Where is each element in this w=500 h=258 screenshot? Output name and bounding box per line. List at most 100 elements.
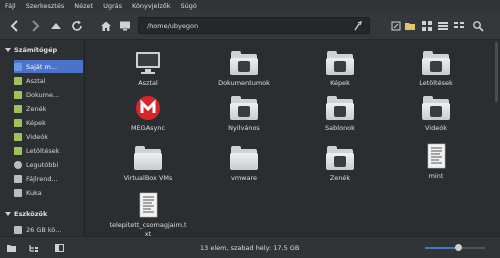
menu-bookmarks[interactable]: Könyvjelzők — [132, 2, 171, 10]
sidebar-computer-header[interactable]: Számítógép — [5, 46, 57, 54]
sidebar-item-videos[interactable]: Videók — [14, 130, 83, 143]
zoom-slider[interactable] — [425, 244, 485, 251]
sidebar-scrollbar[interactable] — [86, 40, 89, 236]
compact-view-icon — [454, 22, 464, 28]
hide-sidebar-button[interactable] — [52, 242, 66, 254]
file-item[interactable]: Asztal — [108, 50, 188, 88]
reload-icon — [72, 20, 82, 31]
pictures-folder-icon — [14, 118, 22, 127]
file-item[interactable]: VirtualBox VMs — [108, 145, 188, 183]
file-item[interactable]: vmware — [204, 145, 284, 183]
tree-icon — [28, 245, 38, 252]
file-item[interactable]: Nyilvános — [204, 95, 284, 133]
reload-button[interactable] — [70, 19, 84, 33]
icon-view-button[interactable] — [420, 19, 434, 33]
home-button[interactable] — [99, 19, 113, 33]
search-button[interactable] — [471, 19, 485, 33]
status-bar: 13 elem, szabad hely: 17,5 GB — [0, 236, 500, 258]
drive-icon — [14, 174, 22, 183]
folder-icon — [405, 23, 415, 30]
file-item[interactable]: Zenék — [300, 145, 380, 183]
toggle-sidebar-button[interactable] — [4, 242, 18, 254]
file-item[interactable]: Sablonok — [300, 95, 380, 133]
back-button[interactable] — [8, 19, 22, 33]
file-item[interactable]: Letöltések — [396, 50, 476, 88]
file-item[interactable]: Videók — [396, 95, 476, 133]
compact-view-button[interactable] — [452, 19, 466, 33]
location-path[interactable]: /home/ubyegon — [147, 22, 198, 30]
sidebar-item-home[interactable]: Saját m... — [14, 60, 83, 73]
menu-help[interactable]: Súgó — [181, 2, 197, 10]
menu-go[interactable]: Ugrás — [103, 2, 122, 10]
text-file-icon — [422, 143, 450, 169]
menu-bar: Fájl Szerkesztés Nézet Ugrás Könyvjelzők… — [0, 0, 500, 11]
chevron-down-icon — [5, 212, 11, 216]
folder-icon — [230, 145, 258, 171]
zoom-slider-knob[interactable] — [454, 244, 462, 251]
pictures-folder-icon — [326, 50, 354, 76]
trash-icon — [14, 188, 22, 197]
public-folder-icon — [230, 95, 258, 121]
sidebar-item-downloads[interactable]: Letöltések — [14, 144, 83, 157]
sidebar-item-music[interactable]: Zenék — [14, 102, 83, 115]
menu-view[interactable]: Nézet — [74, 2, 93, 10]
folder-icon — [134, 145, 162, 171]
file-view[interactable]: Asztal Dokumentumok Képek Letöltések MEG… — [90, 40, 500, 239]
menu-file[interactable]: Fájl — [5, 2, 16, 10]
sidebar-item-trash[interactable]: Kuka — [14, 186, 83, 199]
search-icon — [473, 21, 484, 32]
sidebar-icon — [54, 244, 64, 252]
zoom-slider-fill — [425, 247, 458, 249]
list-view-icon — [438, 22, 448, 30]
grid-view-icon — [422, 21, 432, 31]
home-folder-icon — [14, 62, 22, 71]
templates-folder-icon — [326, 95, 354, 121]
tree-view-button[interactable] — [26, 242, 40, 254]
videos-folder-icon — [422, 95, 450, 121]
sidebar: Számítógép Saját m... Asztal Dokume... Z… — [0, 40, 85, 236]
toolbar: /home/ubyegon — [0, 11, 500, 40]
sidebar-item-volume[interactable]: 26 GB kö... — [14, 223, 83, 236]
sidebar-item-filesystem[interactable]: Fájlrend... — [14, 172, 83, 185]
file-item[interactable]: telepitett_csomagjaim.txt — [108, 192, 188, 239]
sidebar-devices-header[interactable]: Eszközök — [5, 210, 47, 218]
location-bar[interactable]: /home/ubyegon — [138, 17, 370, 34]
sidebar-item-documents[interactable]: Dokume... — [14, 88, 83, 101]
file-item[interactable]: MEGAsync — [108, 95, 188, 133]
menu-edit[interactable]: Szerkesztés — [26, 2, 64, 10]
videos-folder-icon — [14, 132, 22, 141]
file-item[interactable]: Képek — [300, 50, 380, 88]
status-text: 13 elem, szabad hely: 17,5 GB — [200, 244, 300, 252]
downloads-folder-icon — [14, 146, 22, 155]
sidebar-item-pictures[interactable]: Képek — [14, 116, 83, 129]
home-icon — [101, 21, 111, 31]
clock-icon — [14, 160, 22, 169]
sidebar-item-desktop[interactable]: Asztal — [14, 74, 83, 87]
toggle-location-button[interactable] — [389, 19, 403, 33]
arrow-right-icon — [32, 20, 40, 32]
documents-folder-icon — [14, 90, 22, 99]
edit-location-icon — [391, 21, 401, 31]
broom-icon[interactable] — [353, 21, 363, 31]
up-button[interactable] — [49, 19, 63, 33]
monitor-icon — [134, 50, 162, 76]
folder-icon — [6, 245, 16, 252]
music-folder-icon — [14, 104, 22, 113]
downloads-folder-icon — [422, 50, 450, 76]
documents-folder-icon — [230, 50, 258, 76]
chevron-down-icon — [5, 48, 11, 52]
computer-icon — [120, 21, 130, 31]
computer-button[interactable] — [118, 19, 132, 33]
vertical-scrollbar[interactable] — [495, 42, 498, 102]
desktop-folder-icon — [14, 76, 22, 85]
forward-button[interactable] — [28, 19, 42, 33]
arrow-left-icon — [10, 20, 18, 32]
text-file-icon — [134, 192, 162, 218]
list-view-button[interactable] — [436, 19, 450, 33]
file-item[interactable]: Dokumentumok — [204, 50, 284, 88]
file-item[interactable]: mint — [396, 143, 476, 181]
new-folder-button[interactable] — [403, 19, 417, 33]
drive-icon — [14, 225, 22, 234]
music-folder-icon — [326, 145, 354, 171]
sidebar-item-recent[interactable]: Legutóbbi — [14, 158, 83, 171]
